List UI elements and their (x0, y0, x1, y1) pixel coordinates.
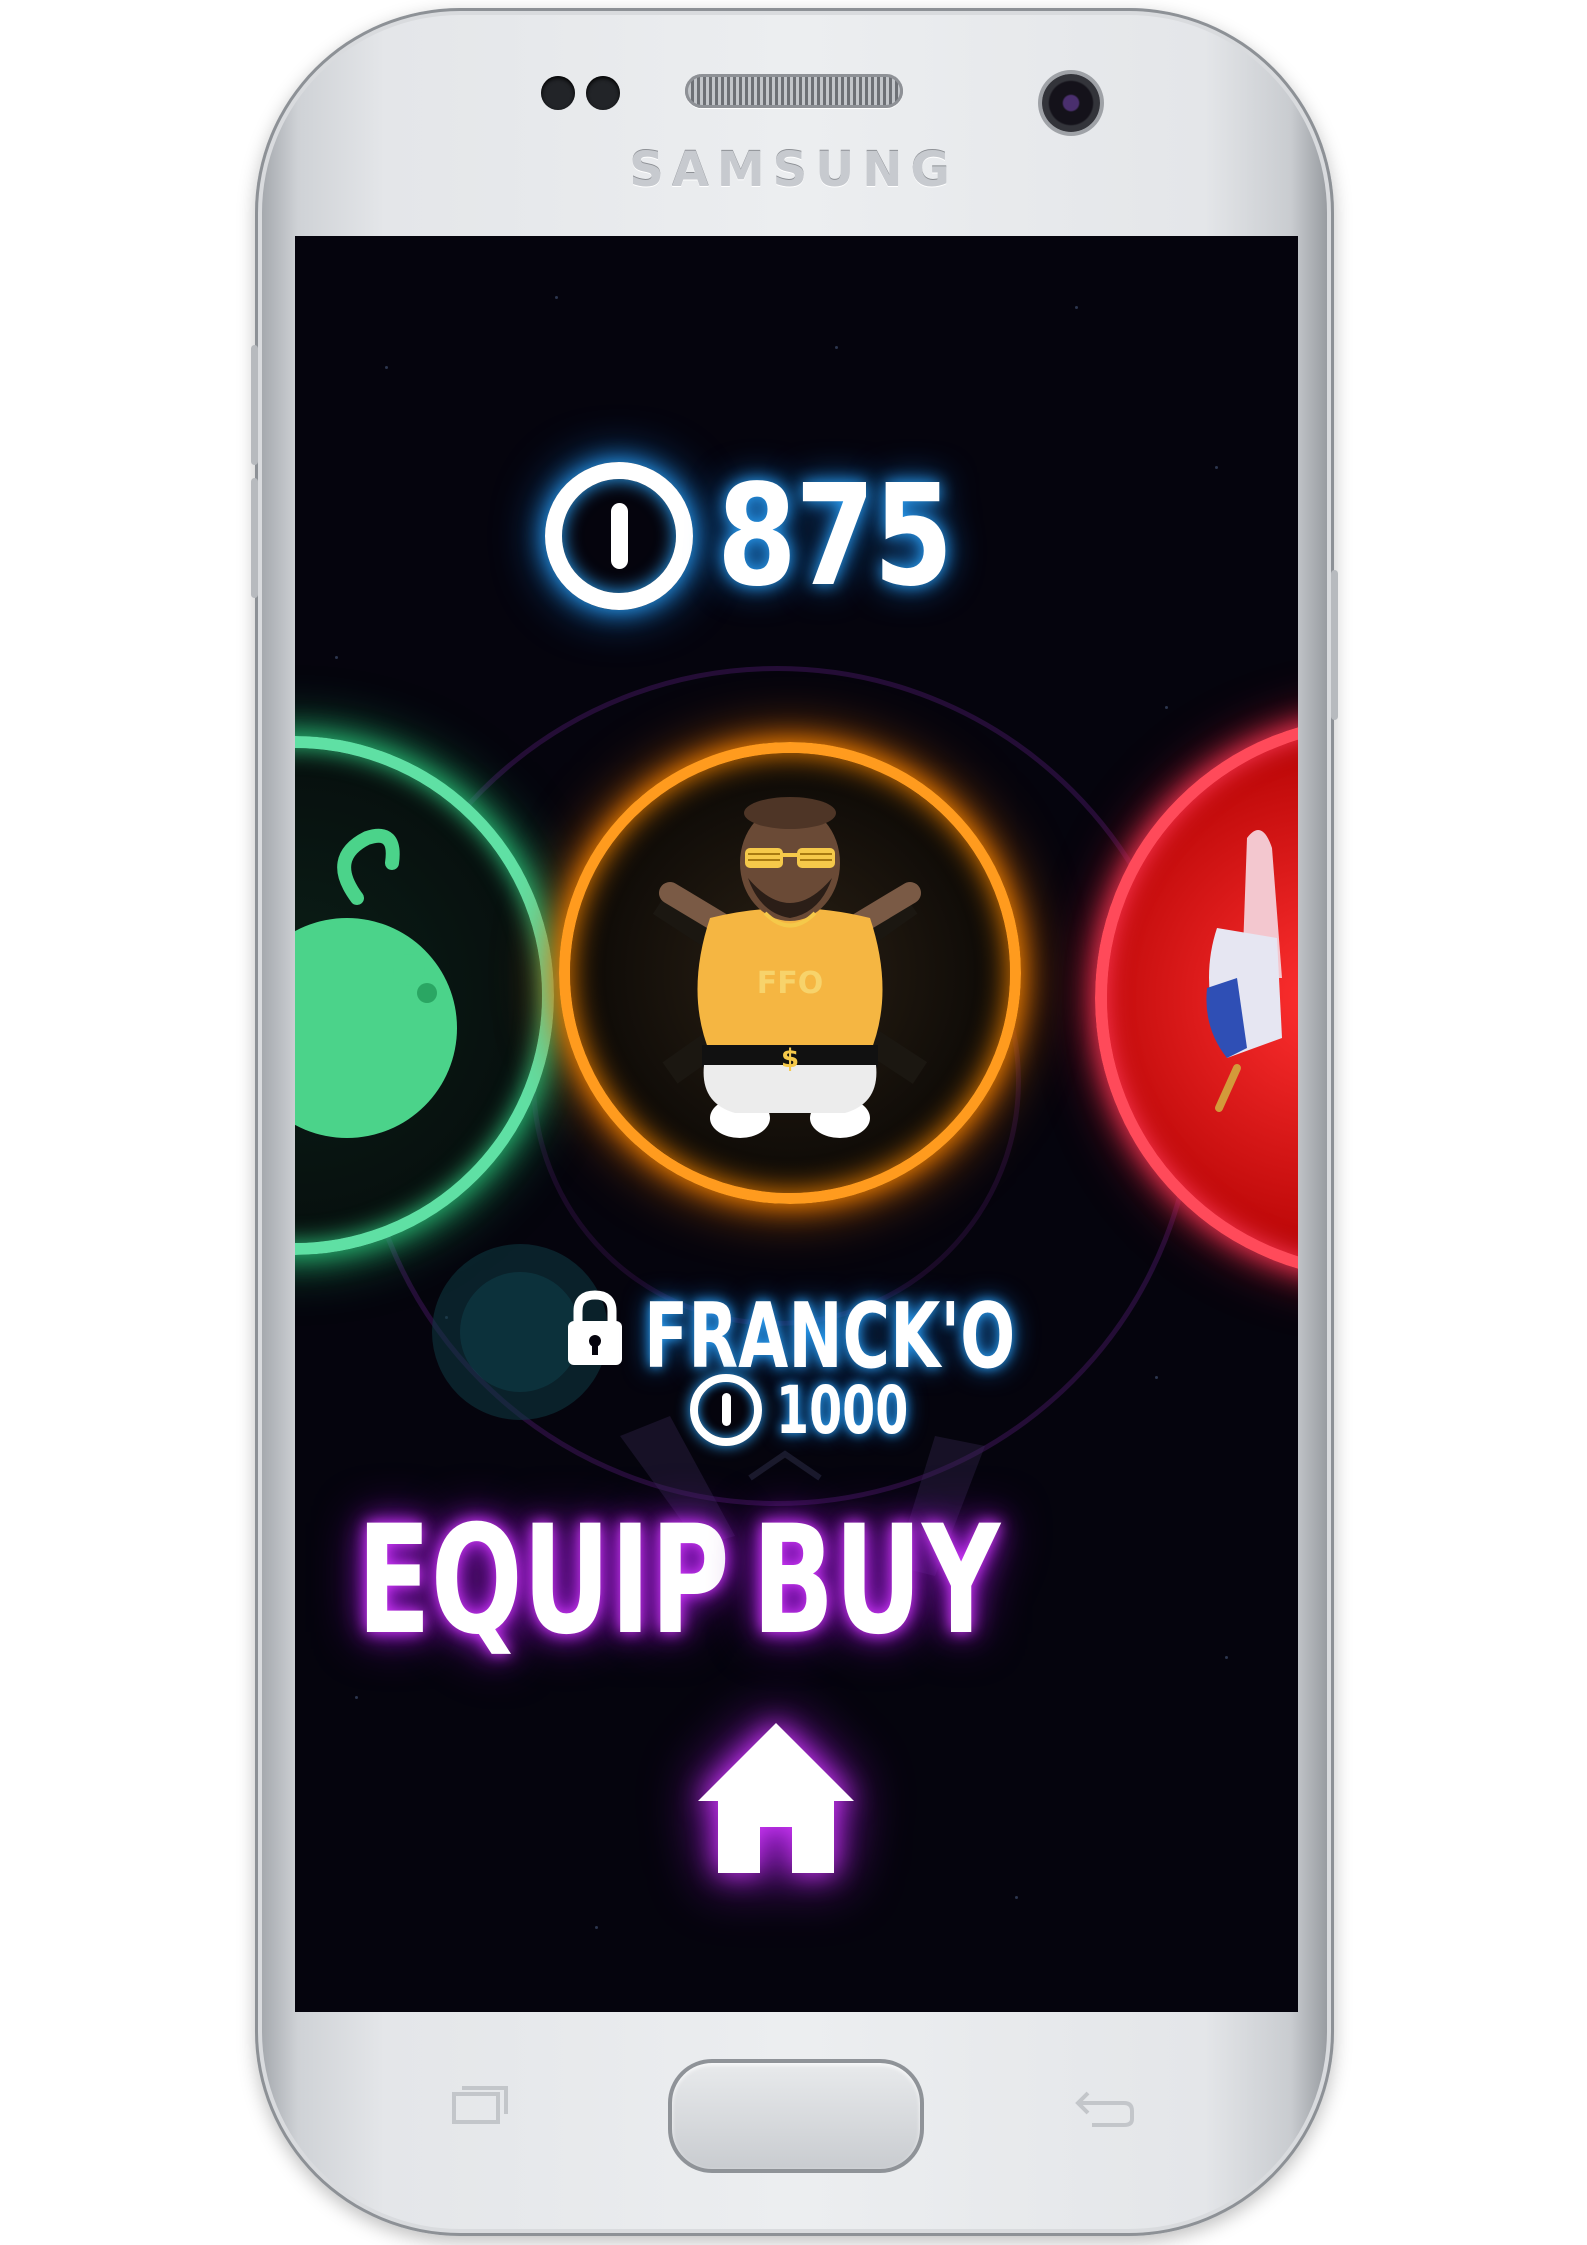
hardware-home-button[interactable] (668, 2059, 924, 2173)
coin-icon (545, 462, 693, 610)
coin-icon (690, 1374, 762, 1446)
earpiece-speaker (685, 74, 903, 108)
front-camera (1042, 74, 1100, 132)
volume-up-key (251, 345, 258, 465)
character-option-center[interactable]: FFO $ (559, 742, 1021, 1204)
character-price-value: 1000 (776, 1371, 909, 1449)
character-price: 1000 (690, 1370, 960, 1450)
coin-balance: 875 (545, 446, 1003, 626)
game-screen: 875 FFO $ FRANCK'O 1000 EQUIP BUY (295, 236, 1298, 2012)
character-franck-figure: FFO $ (652, 797, 928, 1138)
volume-down-key (251, 478, 258, 598)
lock-icon (564, 1284, 626, 1389)
back-icon[interactable] (1072, 2082, 1138, 2142)
coin-balance-value: 875 (717, 454, 953, 618)
shirt-label: FFO (757, 966, 824, 1001)
sensor-dot (586, 76, 620, 110)
belt-buckle: $ (781, 1044, 799, 1074)
buy-button[interactable]: BUY (752, 1506, 1000, 1656)
recent-apps-icon[interactable] (448, 2080, 512, 2141)
power-key (1331, 570, 1338, 720)
home-icon[interactable] (688, 1709, 864, 1885)
equip-button[interactable]: EQUIP (357, 1506, 730, 1656)
brand-logo: SAMSUNG (629, 142, 958, 198)
sensor-dot (541, 76, 575, 110)
